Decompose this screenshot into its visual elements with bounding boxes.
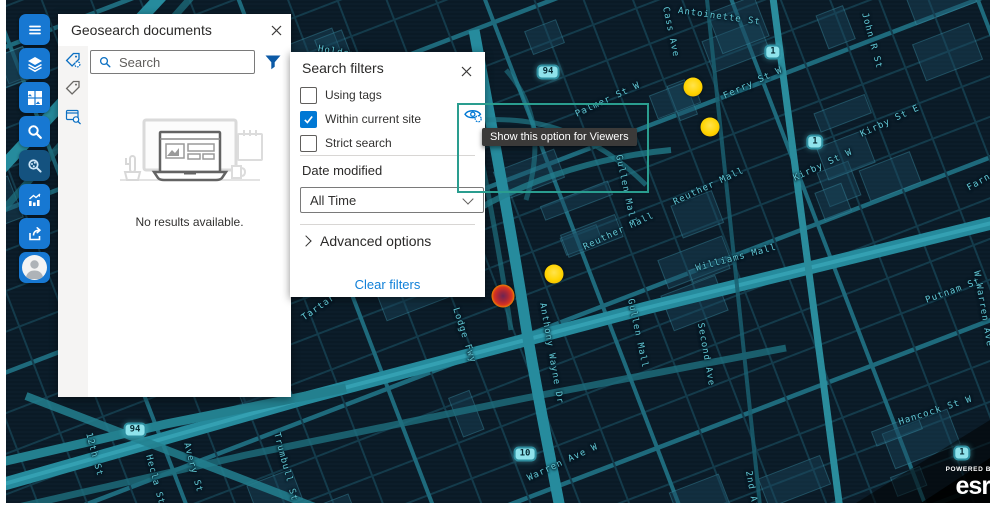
- filter-checkbox-row[interactable]: Strict search: [300, 131, 475, 155]
- avatar: [22, 255, 47, 280]
- search-input[interactable]: [117, 54, 254, 71]
- search-icon: [27, 124, 43, 140]
- map-attribution: POWERED BY esri: [946, 467, 990, 500]
- panel-title: Geosearch documents: [58, 22, 261, 38]
- share-icon: [27, 226, 43, 242]
- basemap-grid-icon: [27, 90, 43, 106]
- analytics-icon: [27, 192, 43, 208]
- geosearch-icon: [27, 158, 43, 174]
- sidebar-button-menu[interactable]: [19, 14, 50, 45]
- close-button[interactable]: [451, 56, 481, 86]
- sidebar-button-analytics[interactable]: [19, 184, 50, 215]
- checkbox-unchecked[interactable]: [300, 87, 317, 104]
- avatar-icon: [22, 255, 47, 280]
- divider: [300, 224, 475, 225]
- date-modified-value: All Time: [310, 193, 356, 208]
- sidebar-button-search[interactable]: [19, 116, 50, 147]
- checkbox-unchecked[interactable]: [300, 135, 317, 152]
- esri-logo: esri: [956, 472, 990, 500]
- advanced-options-toggle[interactable]: Advanced options: [302, 233, 431, 249]
- tag-icon[interactable]: [58, 74, 88, 102]
- empty-state-illustration: [114, 118, 266, 196]
- search-box: [90, 50, 255, 74]
- chevron-right-icon: [300, 235, 311, 246]
- tag-settings-icon[interactable]: [58, 46, 88, 74]
- app-window: Holden StAntoinette StJohn R StCass AveF…: [0, 0, 999, 519]
- funnel-icon: [265, 55, 281, 70]
- geosearch-panel-header: Geosearch documents: [58, 14, 291, 46]
- empty-state: No results available.: [88, 118, 291, 229]
- chevron-down-icon: [462, 193, 473, 204]
- document-search-icon[interactable]: [58, 102, 88, 130]
- sidebar-button-geosearch[interactable]: [19, 150, 50, 181]
- close-icon: [271, 25, 282, 36]
- search-input-icon: [99, 56, 111, 68]
- clear-filters-link[interactable]: Clear filters: [290, 277, 485, 292]
- menu-icon: [27, 22, 43, 38]
- checkbox-checked[interactable]: [300, 111, 317, 128]
- tooltip: Show this option for Viewers: [482, 128, 637, 146]
- sidebar-button-user[interactable]: [19, 252, 50, 283]
- checkbox-label: Using tags: [325, 88, 382, 102]
- layers-icon: [27, 56, 43, 72]
- checkbox-label: Within current site: [325, 112, 421, 126]
- filter-button[interactable]: [261, 51, 285, 73]
- filter-checkbox-list: Using tags Within current site Strict sear…: [300, 83, 475, 155]
- geosearch-panel: Geosearch documents: [58, 14, 291, 397]
- divider: [300, 155, 475, 156]
- checkbox-label: Strict search: [325, 136, 392, 150]
- focus-outline: [457, 103, 649, 193]
- advanced-options-label: Advanced options: [320, 233, 431, 249]
- sidebar-button-layers[interactable]: [19, 48, 50, 79]
- sidebar-button-basemap-gallery[interactable]: [19, 82, 50, 113]
- toolbar-sidebar: [19, 14, 50, 286]
- search-filters-panel: Search filters Using tags Within current …: [290, 52, 485, 297]
- filter-checkbox-row[interactable]: Using tags: [300, 83, 475, 107]
- empty-state-message: No results available.: [88, 215, 291, 229]
- date-modified-label: Date modified: [302, 163, 382, 178]
- close-button[interactable]: [261, 15, 291, 45]
- close-icon: [461, 66, 472, 77]
- filter-checkbox-row[interactable]: Within current site: [300, 107, 475, 131]
- panel-title: Search filters: [302, 60, 384, 76]
- geosearch-mode-rail: [58, 46, 88, 397]
- sidebar-button-share[interactable]: [19, 218, 50, 249]
